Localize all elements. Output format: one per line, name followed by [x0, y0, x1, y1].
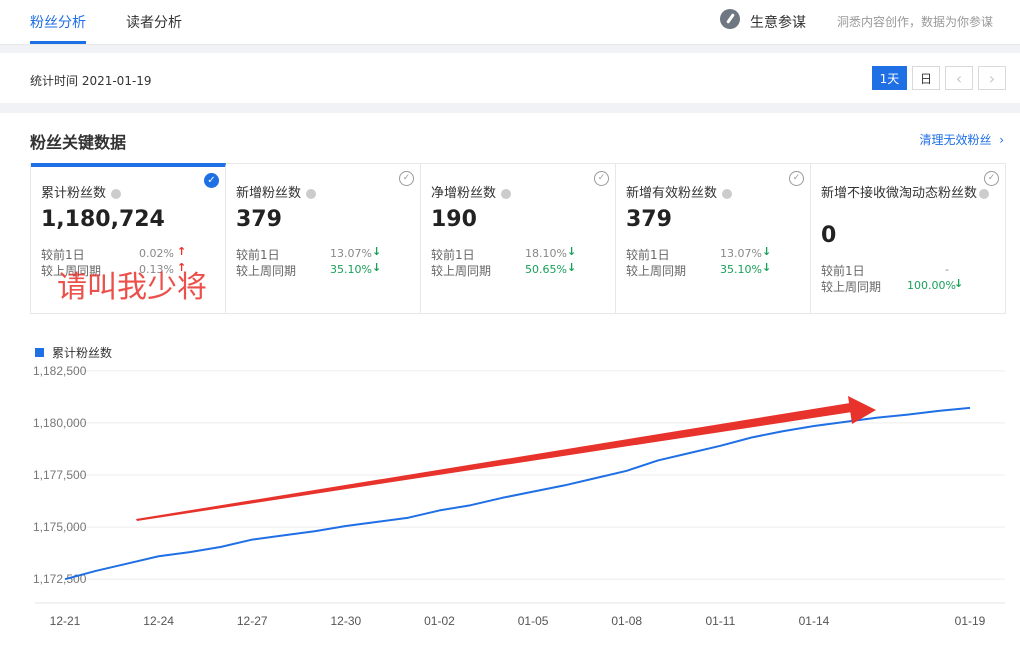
- x-tick-label: 01-05: [518, 614, 549, 628]
- annotation-arrow-shaft: [136, 403, 852, 521]
- y-tick-label: 1,172,500: [33, 572, 87, 586]
- x-tick-label: 12-24: [143, 614, 174, 628]
- x-tick-label: 01-02: [424, 614, 455, 628]
- x-tick-label: 12-21: [50, 614, 81, 628]
- x-tick-label: 01-11: [705, 614, 735, 628]
- y-tick-label: 1,182,500: [33, 364, 87, 378]
- x-tick-label: 12-27: [237, 614, 268, 628]
- x-tick-label: 01-08: [611, 614, 642, 628]
- x-tick-label: 01-19: [955, 614, 986, 628]
- x-tick-label: 12-30: [331, 614, 362, 628]
- annotation-text: 请叫我少将: [57, 270, 207, 305]
- y-tick-label: 1,177,500: [33, 468, 87, 482]
- x-tick-label: 01-14: [799, 614, 830, 628]
- y-tick-label: 1,180,000: [33, 416, 87, 430]
- y-tick-label: 1,175,000: [33, 520, 87, 534]
- fans-trend-chart: 1,172,500 1,175,000 1,177,500 1,180,000 1,18…: [33, 364, 1005, 628]
- series-line: [64, 406, 971, 581]
